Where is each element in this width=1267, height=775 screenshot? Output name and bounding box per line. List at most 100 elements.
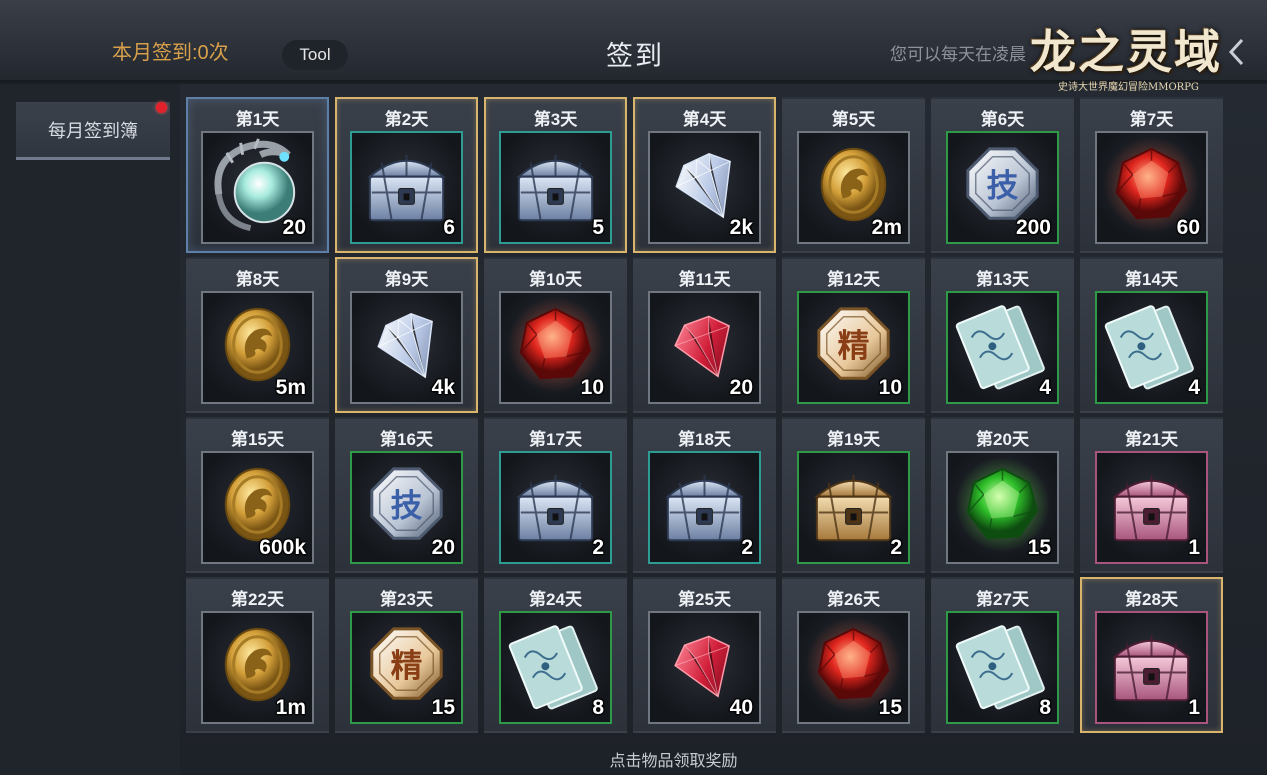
item-slot[interactable]: 20 [201, 131, 314, 244]
item-slot[interactable]: 40 [648, 611, 761, 724]
day-label: 第13天 [976, 270, 1029, 289]
item-quantity: 8 [592, 696, 604, 719]
reward-cell[interactable]: 第17天 2 [484, 417, 627, 573]
day-label: 第22天 [231, 590, 284, 609]
reward-cell[interactable]: 第21天 1 [1080, 417, 1223, 573]
item-slot[interactable]: 4 [946, 291, 1059, 404]
item-slot[interactable]: 2m [797, 131, 910, 244]
item-quantity: 20 [431, 536, 455, 559]
item-slot[interactable]: 20 [648, 291, 761, 404]
item-slot[interactable]: 60 [1095, 131, 1208, 244]
reward-cell[interactable]: 第7天 60 [1080, 97, 1223, 253]
item-slot[interactable]: 4 [1095, 291, 1208, 404]
item-quantity: 10 [580, 376, 604, 399]
svg-text:精: 精 [838, 328, 870, 364]
item-quantity: 40 [729, 696, 753, 719]
item-slot[interactable]: 4k [350, 291, 463, 404]
item-quantity: 1 [1188, 696, 1200, 719]
reward-cell[interactable]: 第4天 2k [633, 97, 776, 253]
reward-cell[interactable]: 第18天 2 [633, 417, 776, 573]
day-label: 第24天 [529, 590, 582, 609]
day-label: 第10天 [529, 270, 582, 289]
item-slot[interactable]: 1 [1095, 611, 1208, 724]
reward-cell[interactable]: 第15天 600k [186, 417, 329, 573]
item-slot[interactable]: 技 200 [946, 131, 1059, 244]
item-slot[interactable]: 1 [1095, 451, 1208, 564]
item-slot[interactable]: 15 [946, 451, 1059, 564]
reward-cell[interactable]: 第11天 20 [633, 257, 776, 413]
reward-cell[interactable]: 第10天 10 [484, 257, 627, 413]
day-label: 第3天 [533, 110, 578, 129]
item-slot[interactable]: 2k [648, 131, 761, 244]
footer-hint: 点击物品领取奖励 [609, 753, 738, 770]
item-quantity: 2 [592, 536, 604, 559]
chevron-left-icon[interactable] [1222, 34, 1252, 70]
day-label: 第15天 [231, 430, 284, 449]
item-quantity: 4 [1188, 376, 1200, 399]
reward-cell[interactable]: 第1天 20 [186, 97, 329, 253]
sidebar [0, 84, 180, 775]
svg-text:技: 技 [391, 488, 423, 524]
reward-cell[interactable]: 第16天 技 20 [335, 417, 478, 573]
reward-cell[interactable]: 第25天 40 [633, 577, 776, 733]
item-quantity: 4k [431, 376, 455, 399]
reward-cell[interactable]: 第27天 8 [931, 577, 1074, 733]
day-label: 第2天 [384, 110, 429, 129]
item-quantity: 15 [878, 696, 902, 719]
page-title: 签到 [606, 41, 664, 71]
item-slot[interactable]: 2 [499, 451, 612, 564]
reward-cell[interactable]: 第24天 8 [484, 577, 627, 733]
svg-text:精: 精 [391, 648, 423, 684]
day-label: 第8天 [235, 270, 280, 289]
reward-cell[interactable]: 第12天 精 10 [782, 257, 925, 413]
reward-cell[interactable]: 第5天 2m [782, 97, 925, 253]
monthly-signin-count: 本月签到:0次 [112, 42, 229, 64]
day-label: 第20天 [976, 430, 1029, 449]
reward-cell[interactable]: 第22天 1m [186, 577, 329, 733]
reward-cell[interactable]: 第26天 15 [782, 577, 925, 733]
item-slot[interactable]: 技 20 [350, 451, 463, 564]
item-slot[interactable]: 15 [797, 611, 910, 724]
item-quantity: 200 [1015, 216, 1051, 239]
reward-cell[interactable]: 第3天 5 [484, 97, 627, 253]
item-slot[interactable]: 2 [797, 451, 910, 564]
reward-cell[interactable]: 第20天 15 [931, 417, 1074, 573]
day-label: 第5天 [831, 110, 876, 129]
reward-cell[interactable]: 第19天 2 [782, 417, 925, 573]
reward-cell[interactable]: 第14天 4 [1080, 257, 1223, 413]
item-slot[interactable]: 600k [201, 451, 314, 564]
day-label: 第6天 [980, 110, 1025, 129]
reward-cell[interactable]: 第2天 6 [335, 97, 478, 253]
tool-button[interactable]: Tool [282, 40, 348, 70]
day-label: 第25天 [678, 590, 731, 609]
svg-text:技: 技 [987, 168, 1019, 204]
item-slot[interactable]: 10 [499, 291, 612, 404]
reward-cell[interactable]: 第6天 技 200 [931, 97, 1074, 253]
item-slot[interactable]: 8 [946, 611, 1059, 724]
reward-cell[interactable]: 第8天 5m [186, 257, 329, 413]
item-quantity: 20 [282, 216, 306, 239]
item-slot[interactable]: 精 10 [797, 291, 910, 404]
reward-cell[interactable]: 第9天 4k [335, 257, 478, 413]
item-quantity: 60 [1176, 216, 1200, 239]
day-label: 第26天 [827, 590, 880, 609]
item-slot[interactable]: 5m [201, 291, 314, 404]
item-slot[interactable]: 精 15 [350, 611, 463, 724]
reward-cell[interactable]: 第13天 4 [931, 257, 1074, 413]
tab-monthly-signin-book[interactable]: 每月签到簿 [16, 102, 170, 160]
day-label: 第21天 [1125, 430, 1178, 449]
item-quantity: 10 [878, 376, 902, 399]
item-quantity: 15 [1027, 536, 1051, 559]
item-quantity: 20 [729, 376, 753, 399]
item-slot[interactable]: 1m [201, 611, 314, 724]
reward-cell[interactable]: 第28天 1 [1080, 577, 1223, 733]
item-slot[interactable]: 2 [648, 451, 761, 564]
notification-dot [156, 102, 167, 113]
reward-cell[interactable]: 第23天 精 15 [335, 577, 478, 733]
item-slot[interactable]: 6 [350, 131, 463, 244]
scrolling-notice: 您可以每天在凌晨 [890, 45, 1026, 64]
day-label: 第28天 [1125, 590, 1178, 609]
item-quantity: 8 [1039, 696, 1051, 719]
item-slot[interactable]: 5 [499, 131, 612, 244]
item-slot[interactable]: 8 [499, 611, 612, 724]
